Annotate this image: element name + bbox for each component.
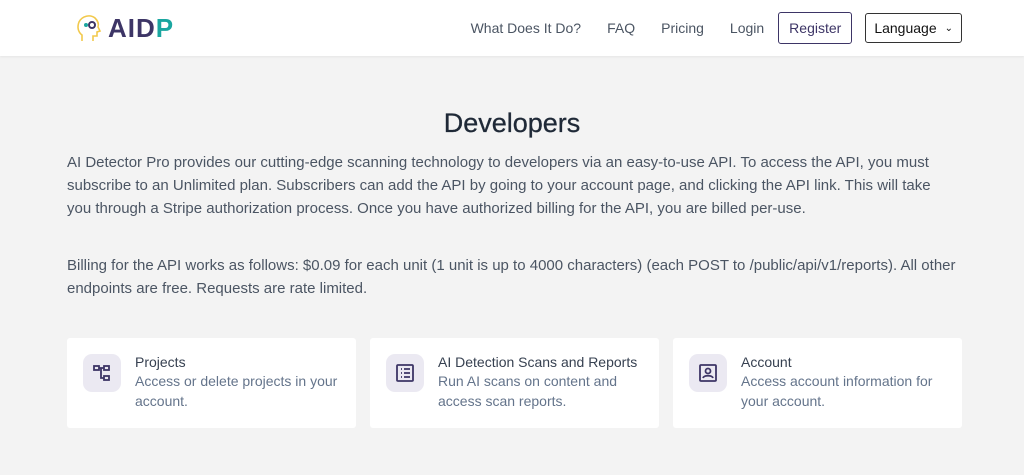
nav-what-does-it-do[interactable]: What Does It Do?	[471, 20, 582, 36]
card-scans-reports[interactable]: AI Detection Scans and Reports Run AI sca…	[370, 338, 659, 428]
card-title: AI Detection Scans and Reports	[438, 354, 638, 370]
list-icon	[386, 354, 424, 392]
card-title: Account	[741, 354, 792, 370]
card-title: Projects	[135, 354, 186, 370]
nav-pricing[interactable]: Pricing	[661, 20, 704, 36]
card-desc: Access account information for your acco…	[741, 373, 933, 409]
language-label: Language	[874, 20, 937, 36]
header: AIDP What Does It Do? FAQ Pricing Login …	[0, 0, 1024, 56]
page-title: Developers	[443, 108, 581, 138]
billing-text: Billing for the API works as follows: $0…	[67, 257, 956, 297]
card-account[interactable]: Account Access account information for yo…	[673, 338, 962, 428]
card-desc: Access or delete projects in your accoun…	[135, 373, 338, 409]
brain-head-icon	[77, 15, 102, 41]
hierarchy-icon	[83, 354, 121, 392]
chevron-down-icon: ⌄	[944, 22, 953, 34]
logo-text: AIDP	[108, 12, 175, 43]
account-icon	[689, 354, 727, 392]
intro-text: AI Detector Pro provides our cutting-edg…	[67, 154, 931, 217]
nav-login[interactable]: Login	[730, 20, 764, 36]
card-projects[interactable]: Projects Access or delete projects in you…	[67, 338, 356, 428]
register-button[interactable]: Register	[778, 12, 853, 44]
logo[interactable]: AIDP	[76, 13, 174, 44]
language-select[interactable]: Language ⌄	[865, 13, 962, 43]
nav-faq[interactable]: FAQ	[607, 20, 635, 36]
card-desc: Run AI scans on content and access scan …	[438, 373, 618, 409]
